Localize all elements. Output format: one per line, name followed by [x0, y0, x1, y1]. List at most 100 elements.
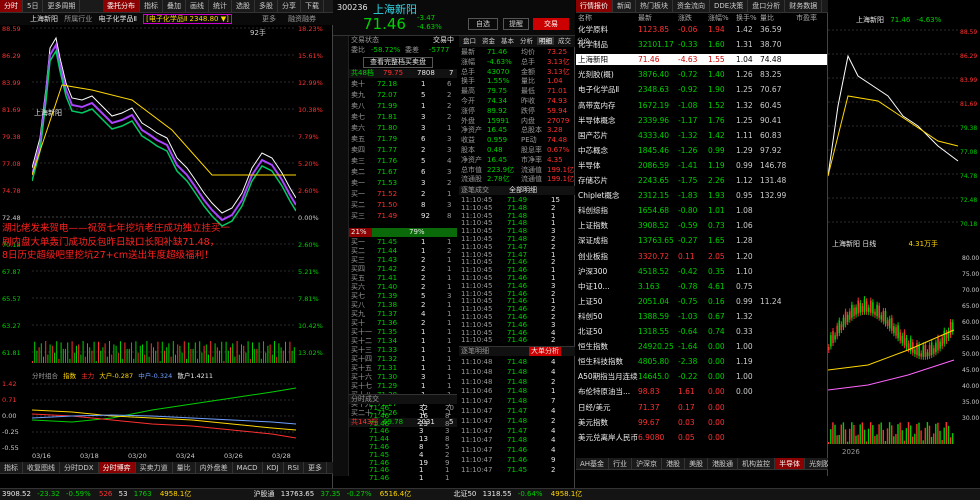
market-row[interactable]: 中证10... 3.163 -0.78 4.61 0.75 [576, 281, 827, 292]
market-row[interactable]: 电子化学品Ⅱ 2348.63 -0.92 1.90 1.25 70.67 [576, 84, 827, 95]
ask-row[interactable]: 卖一 71.53 3 2 [349, 179, 457, 188]
info-tab[interactable]: 基本 [499, 37, 516, 45]
bid-row[interactable]: 买五 71.41 2 1 [349, 274, 457, 283]
bid-row[interactable]: 买十五 71.31 1 1 [349, 364, 457, 373]
sector-tab[interactable]: 美股 [685, 458, 709, 469]
market-row[interactable]: 深证成指 13763.65 -0.27 1.65 1.28 [576, 235, 827, 246]
market-row[interactable]: 沪深300 4518.52 -0.42 0.35 1.10 [576, 266, 827, 277]
market-tab[interactable]: 热门板块 [636, 0, 673, 12]
market-row[interactable]: 北证50 1318.55 -0.64 0.74 0.33 [576, 326, 827, 337]
market-row[interactable]: 日经/美元 71.37 0.17 0.00 [576, 402, 827, 413]
info-tab[interactable]: 分析 [518, 37, 535, 45]
sector-tab[interactable]: 港股 [662, 458, 686, 469]
info-tab[interactable]: 盘口 [461, 37, 478, 45]
market-row[interactable]: 上证50 2051.04 -0.75 0.16 0.99 11.24 [576, 296, 827, 307]
btn-indicator[interactable]: 指标 [140, 0, 164, 12]
info-tab[interactable]: 资金 [480, 37, 497, 45]
bid-row[interactable]: 买十四 71.32 1 1 [349, 355, 457, 364]
left-bottom-tab[interactable]: 指标 [0, 462, 23, 473]
market-row[interactable]: 光刻胶(概) 3876.40 -0.72 1.40 1.26 83.25 [576, 69, 827, 80]
tag-stock[interactable]: 上海新阳 [30, 15, 58, 23]
left-bottom-tab[interactable]: 收复图线 [23, 462, 60, 473]
col-header[interactable]: 涨跌 [678, 13, 692, 24]
ask-row[interactable]: 买二 71.50 8 3 [349, 201, 457, 210]
watch-button[interactable]: 自选 [468, 18, 498, 30]
ind-combo[interactable]: 分时组合 [32, 372, 58, 380]
bid-row[interactable]: 买八 71.38 2 1 [349, 301, 457, 310]
ask-row[interactable]: 卖六 71.80 3 1 [349, 124, 457, 133]
bid-row[interactable]: 买十六 71.30 3 1 [349, 373, 457, 382]
full-book-link[interactable]: 查看完整档买卖盘 [363, 57, 433, 69]
ask-row[interactable]: 卖三 71.76 5 4 [349, 157, 457, 166]
deal-all[interactable]: 全部明细 [509, 186, 537, 195]
btn-share[interactable]: 分享 [278, 0, 302, 12]
left-bottom-tab[interactable]: 分时博弈 [98, 462, 136, 473]
big-analysis[interactable]: 大单分析 [529, 347, 561, 357]
col-header[interactable]: 市盈率 [796, 13, 817, 24]
sector-tab[interactable]: 半导体 [775, 458, 806, 469]
trade-button[interactable]: 交易 [533, 18, 569, 30]
bid-row[interactable]: 买九 71.37 4 1 [349, 310, 457, 319]
tab-intraday[interactable]: 分时 [0, 0, 23, 12]
sector-tab[interactable]: 机构监控 [738, 458, 776, 469]
market-row[interactable]: 美元兑离岸人民币 6.9080 0.05 0.00 [576, 432, 827, 443]
intraday-chart[interactable] [32, 25, 296, 365]
col-header[interactable]: 最新 [638, 13, 652, 24]
market-row[interactable]: 中芯概念 1845.46 -1.26 0.99 1.29 97.92 [576, 145, 827, 156]
market-row[interactable]: 创业板指 3320.72 0.11 2.05 1.20 [576, 251, 827, 262]
bid-row[interactable]: 买一 71.45 1 1 [349, 238, 457, 247]
left-bottom-tab[interactable]: RSI [284, 462, 304, 473]
btn-order-dist[interactable]: 委托分布 [103, 0, 141, 12]
market-row[interactable]: 高带宽内存 1672.19 -1.08 1.52 1.32 60.45 [576, 100, 827, 111]
mini-kline[interactable]: 80.00 75.00 70.00 65.00 60.00 55.00 50.00 45.00… [828, 250, 980, 446]
sector-tab[interactable]: 沪深京 [632, 458, 663, 469]
market-row[interactable]: 恒生科技指数 4805.80 -2.38 0.00 1.19 [576, 356, 827, 367]
bid-row[interactable]: 买十三 71.33 1 1 [349, 346, 457, 355]
col-header[interactable]: 量比 [760, 13, 774, 24]
market-row[interactable]: 化学原料 1123.85 -0.06 1.94 1.42 36.59 [576, 24, 827, 35]
market-row[interactable]: 化学制品 32101.17 -0.33 1.60 1.31 38.70 [576, 39, 827, 50]
market-row[interactable]: 上证指数 3908.52 -0.59 0.73 1.06 [576, 220, 827, 231]
btn-draw[interactable]: 画线 [186, 0, 210, 12]
bid-row[interactable]: 买六 71.40 2 1 [349, 283, 457, 292]
ask-row[interactable]: 买一 71.52 2 1 [349, 190, 457, 199]
left-bottom-tab[interactable]: 更多 [304, 462, 327, 473]
sector-box[interactable]: [电子化学品Ⅱ 2348.80 ▼] [143, 14, 232, 24]
market-row[interactable]: 科创综指 1654.68 -0.80 1.01 1.08 [576, 205, 827, 216]
btn-multi[interactable]: 多股 [255, 0, 279, 12]
bid-row[interactable]: 买十一 71.35 1 1 [349, 328, 457, 337]
ask-row[interactable]: 卖二 71.67 6 3 [349, 168, 457, 177]
bid-row[interactable]: 买二 71.44 1 2 [349, 247, 457, 256]
ask-row[interactable]: 卖十 72.18 1 6 [349, 80, 457, 89]
market-row[interactable]: 美元指数 99.67 0.03 0.00 [576, 417, 827, 428]
tag-sector[interactable]: 电子化学品Ⅱ [98, 15, 136, 23]
btn-select-stock[interactable]: 选股 [232, 0, 256, 12]
mini-intraday[interactable]: 88.59 86.29 83.99 81.69 79.38 77.08 74.78 72.48… [828, 26, 980, 232]
margin-link[interactable]: 融资融券 [288, 13, 316, 25]
market-tab[interactable]: 盘口分析 [748, 0, 786, 12]
sector-tab[interactable]: AH基金 [576, 458, 610, 469]
col-header[interactable]: 名称 [578, 13, 592, 24]
tag-industry[interactable]: 所属行业 [64, 15, 92, 23]
flow-chart[interactable] [32, 380, 296, 450]
market-row[interactable]: 国产芯片 4333.40 -1.32 1.42 1.11 60.83 [576, 130, 827, 141]
hk-connect[interactable]: 沪股通 [254, 490, 275, 498]
ask-row[interactable]: 卖四 71.77 2 3 [349, 146, 457, 155]
sector-tab[interactable]: 港股通 [708, 458, 739, 469]
market-tab[interactable]: 财务数据 [785, 0, 823, 12]
btn-download[interactable]: 下载 [301, 0, 325, 12]
bid-row[interactable]: 买十 71.36 2 1 [349, 319, 457, 328]
sh-index[interactable]: 3908.52 [2, 490, 31, 498]
more-link[interactable]: 更多 [262, 13, 276, 25]
ask-row[interactable]: 买三 71.49 92 8 [349, 212, 457, 221]
market-tab[interactable]: DDE决策 [710, 0, 749, 12]
sector-tab[interactable]: 光刻胶 [805, 458, 828, 469]
left-bottom-tab[interactable]: 量比 [173, 462, 196, 473]
bid-row[interactable]: 买四 71.42 2 1 [349, 265, 457, 274]
bid-row[interactable]: 买三 71.43 2 1 [349, 256, 457, 265]
market-row[interactable]: 存储芯片 2243.65 -1.75 2.26 1.12 131.48 [576, 175, 827, 186]
market-row[interactable]: 半导体 2086.59 -1.41 1.19 0.99 146.78 [576, 160, 827, 171]
ask-row[interactable]: 卖八 71.99 1 2 [349, 102, 457, 111]
btn-overlay[interactable]: 叠加 [163, 0, 187, 12]
market-row[interactable]: 半导体概念 2339.96 -1.17 1.76 1.25 90.41 [576, 115, 827, 126]
